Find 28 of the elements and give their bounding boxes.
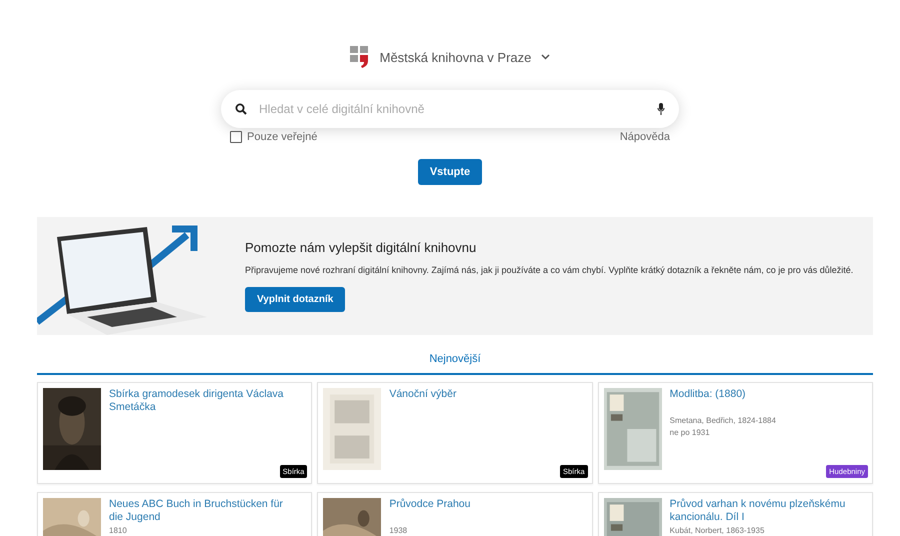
item-meta: Kubát, Norbert, 1863-1935 — [670, 526, 766, 536]
item-title[interactable]: Modlitba: (1880) — [670, 388, 859, 414]
item-title[interactable]: Sbírka gramodesek dirigenta Václava Smetáčka — [109, 388, 298, 414]
item-meta: 1810 — [109, 526, 128, 536]
item-card[interactable]: Průvod varhan k novému plzeňskému kancionálu. Díl I Kubát, Norbert, 1863-1935 — [598, 492, 873, 536]
item-title[interactable]: Neues ABC Buch in Bruchstücken für die Jugend — [109, 498, 298, 524]
microphone-icon[interactable] — [657, 103, 665, 115]
enter-button[interactable]: Vstupte — [418, 159, 482, 185]
item-title[interactable]: Vánoční výběr — [389, 388, 579, 414]
item-meta: 1938 — [389, 526, 408, 536]
help-link[interactable]: Nápověda — [620, 131, 670, 143]
search-icon — [235, 103, 247, 115]
chevron-down-icon[interactable] — [541, 54, 550, 60]
item-title[interactable]: Průvodce Prahou — [389, 498, 579, 524]
item-title[interactable]: Průvod varhan k novému plzeňskému kancionálu. Díl I — [670, 498, 859, 524]
banner-text: Připravujeme nové rozhraní digitální knihovny. Zajímá nás, jak ji používáte a co vám chybí. Vyplňte krátký dotazník a řekněte nám, co je pro vás důležité. — [245, 265, 854, 275]
tab[interactable]: Nejnovější — [429, 353, 481, 373]
checkbox-label: Pouze veřejné — [247, 131, 318, 143]
banner-title: Pomozte nám vylepšit digitální knihovnu — [245, 240, 478, 255]
library-name: Městská knihovna v Praze — [380, 50, 532, 64]
item-card[interactable]: Průvodce Prahou 1938 — [317, 492, 593, 536]
library-logo-icon — [350, 46, 370, 68]
item-card[interactable]: Neues ABC Buch in Bruchstücken für die Jugend 1810 — [37, 492, 312, 536]
search-input[interactable]: Hledat v celé digitální knihovně — [257, 101, 647, 117]
survey-button[interactable]: Vyplnit dotazník — [245, 287, 346, 312]
checkbox[interactable] — [230, 131, 242, 143]
item-meta: ne po 1931 — [670, 428, 711, 438]
item-meta: Smetana, Bedřich, 1824-1884 — [670, 416, 777, 426]
